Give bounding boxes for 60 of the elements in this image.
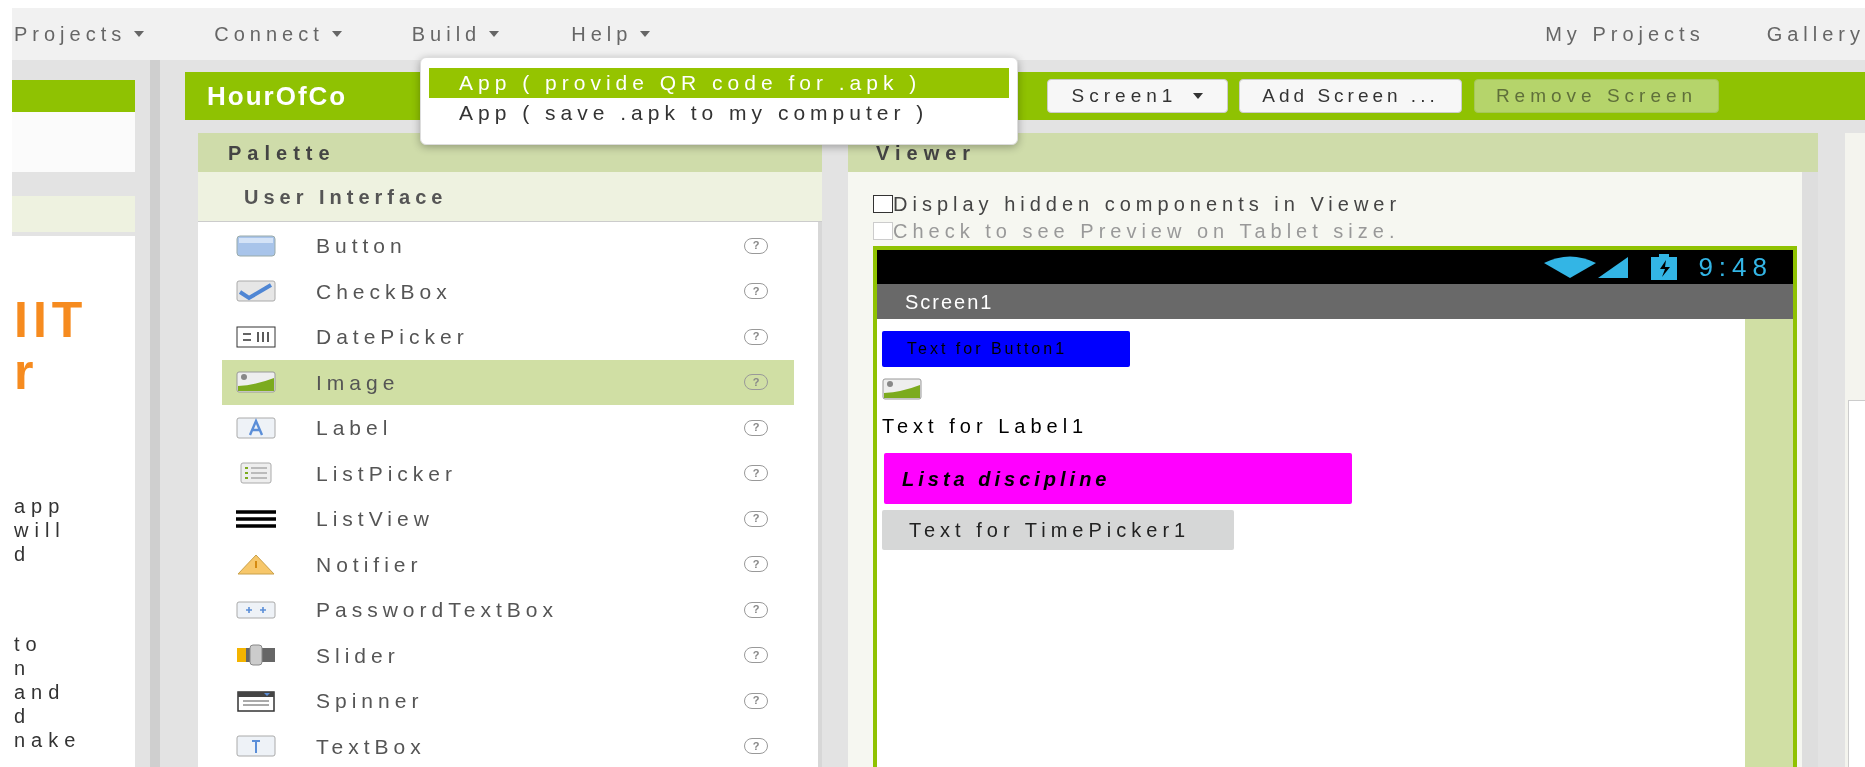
menu-item[interactable]: Projects [14,19,145,49]
toolbar-button[interactable]: Add Screen ... [1239,79,1462,113]
palette-item[interactable]: PasswordTextBox ? [222,587,794,633]
battery-icon [1650,254,1679,280]
nav-link[interactable]: My Projects [1545,19,1705,49]
text-fragment: d [14,542,32,566]
palette-item[interactable]: Image ? [222,359,794,405]
panel-header: Viewer [848,133,1818,172]
text-fragment: n [14,656,32,680]
heading-fragment: IIT [14,294,88,346]
caret-icon [134,31,145,37]
text-fragment: will [14,518,66,542]
menu-item[interactable]: Connect [214,19,342,49]
warning-icon [236,553,276,576]
palette-item[interactable]: ListView ? [222,496,794,542]
checkbox-option[interactable]: Display hidden components in Viewer [873,190,1802,217]
checkbox-icon [236,280,276,303]
signal-icon [1542,255,1631,279]
menu-item[interactable]: App ( save .apk to my computer ) [429,98,1009,128]
section-header: User Interface [198,172,822,222]
slider-icon [236,644,276,667]
palette-item[interactable]: TextBox ? [222,723,794,767]
caret-icon [1193,93,1204,99]
palette-item[interactable]: ListPicker ? [222,450,794,496]
palette-item[interactable]: Notifier ? [222,541,794,587]
project-name: HourOfCo [207,79,348,113]
image-icon [236,371,276,394]
text-fragment: d [14,704,32,728]
caret-icon [489,31,500,37]
screen-dropdown[interactable]: Screen1 [1047,79,1228,113]
palette-item[interactable]: Label ? [222,405,794,451]
menu-item[interactable]: Build [411,19,500,49]
nav-link[interactable]: Gallery [1766,19,1865,49]
password-icon [236,598,276,621]
checkbox[interactable] [873,194,893,213]
caret-icon [331,31,342,37]
text-fragment: to [14,632,43,656]
text-field-icon [236,735,276,758]
heading-fragment: r [14,346,39,398]
button-icon [236,234,276,257]
palette-item[interactable]: CheckBox ? [222,268,794,314]
screen-title-bar: Screen1 [877,284,1793,319]
clock-time: 9:48 [1698,250,1773,284]
calendar-icon [236,325,276,348]
caret-icon [640,31,651,37]
image-icon [882,378,922,400]
menu-item[interactable]: Help [571,19,651,49]
list-picker: Lista discipline [884,453,1352,504]
menu-lines-icon [236,507,276,530]
time-picker: Text for TimePicker1 [882,510,1234,550]
dropdown-icon [236,689,276,712]
palette-item[interactable]: Button ? [222,223,794,269]
palette-item[interactable]: Slider ? [222,632,794,678]
text-fragment: nake [14,728,82,752]
label-text: Text for Label1 [882,414,1089,439]
label-icon [236,416,276,439]
text-fragment: app [14,494,66,518]
text-fragment: and [14,680,66,704]
palette-item[interactable]: Spinner ? [222,678,794,724]
palette-item[interactable]: DatePicker ? [222,314,794,360]
